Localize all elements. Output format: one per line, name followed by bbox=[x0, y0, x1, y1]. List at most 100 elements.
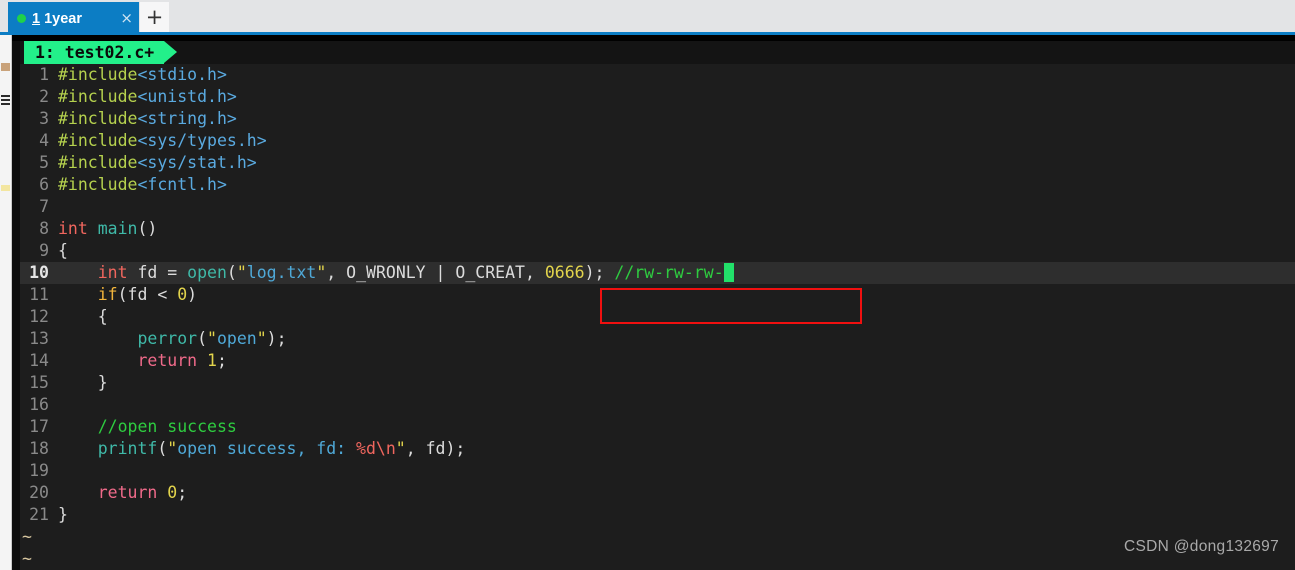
code-line[interactable]: 8 int main() bbox=[20, 218, 1295, 240]
code-line-text: printf("open success, fd: %d\n", fd); bbox=[58, 438, 1295, 460]
code-token: printf bbox=[97, 439, 158, 458]
code-token: ; bbox=[177, 483, 188, 502]
code-line-text: int main() bbox=[58, 218, 1295, 240]
code-line-text: { bbox=[58, 240, 1295, 262]
line-number: 19 bbox=[29, 461, 49, 480]
code-token: ( bbox=[226, 263, 237, 282]
code-token: int bbox=[97, 263, 128, 282]
code-line[interactable]: 18 printf("open success, fd: %d\n", fd); bbox=[20, 438, 1295, 460]
tilde-glyph: ~ bbox=[22, 527, 32, 546]
highlight-icon[interactable] bbox=[1, 185, 10, 191]
code-line-text: #include<stdio.h> bbox=[58, 64, 1295, 86]
screenshot-root: 1 1year × + 1: test02.c+ 1 #include<stdio… bbox=[0, 0, 1295, 570]
code-line-text: perror("open"); bbox=[58, 328, 1295, 350]
line-number: 12 bbox=[29, 307, 49, 326]
line-number: 7 bbox=[39, 197, 49, 216]
browser-tab-name: 1year bbox=[44, 10, 83, 27]
line-number: 1 bbox=[39, 65, 49, 84]
code-token: //rw-rw-rw- bbox=[614, 263, 724, 282]
vim-tab-label: 1: test02.c+ bbox=[35, 43, 155, 62]
green-dot-icon bbox=[17, 14, 26, 23]
code-line[interactable]: 2 #include<unistd.h> bbox=[20, 86, 1295, 108]
terminal-left-gutter bbox=[12, 41, 20, 570]
code-line[interactable]: 11 if(fd < 0) bbox=[20, 284, 1295, 306]
code-token: , O_WRONLY | O_CREAT, bbox=[326, 263, 545, 282]
code-token: ; bbox=[216, 351, 227, 370]
code-line[interactable]: 1 #include<stdio.h> bbox=[20, 64, 1295, 86]
code-line[interactable]: 5 #include<sys/stat.h> bbox=[20, 152, 1295, 174]
code-editor[interactable]: 1 #include<stdio.h> 2 #include<unistd.h> 3 #i… bbox=[20, 64, 1295, 570]
code-token: log.txt bbox=[246, 263, 317, 282]
code-token: 0 bbox=[177, 285, 188, 304]
menu-lines-icon[interactable] bbox=[1, 95, 10, 97]
code-line[interactable]: 4 #include<sys/types.h> bbox=[20, 130, 1295, 152]
vim-tabline: 1: test02.c+ bbox=[20, 41, 1295, 64]
browser-tab-title: 1 1year bbox=[32, 11, 116, 27]
code-token: ) bbox=[187, 285, 198, 304]
bookmark-icon[interactable] bbox=[1, 63, 10, 71]
vim-tab-test02[interactable]: 1: test02.c+ bbox=[24, 41, 165, 64]
code-token: } bbox=[58, 505, 68, 524]
vim-empty-line-marker: ~ bbox=[20, 548, 1295, 570]
code-line[interactable]: 14 return 1; bbox=[20, 350, 1295, 372]
code-token: fd = bbox=[127, 263, 188, 282]
code-line[interactable]: 6 #include<fcntl.h> bbox=[20, 174, 1295, 196]
code-token: 0 bbox=[167, 483, 178, 502]
browser-tab-active[interactable]: 1 1year × bbox=[8, 2, 139, 35]
code-token: ); bbox=[266, 329, 287, 348]
code-token: <sys/stat.h> bbox=[137, 153, 257, 172]
line-number: 4 bbox=[39, 131, 49, 150]
code-token: if bbox=[97, 285, 118, 304]
code-line-text: #include<fcntl.h> bbox=[58, 174, 1295, 196]
line-number: 3 bbox=[39, 109, 49, 128]
code-line[interactable]: 16 bbox=[20, 394, 1295, 416]
code-line[interactable]: 20 return 0; bbox=[20, 482, 1295, 504]
terminal-window[interactable]: 1: test02.c+ 1 #include<stdio.h> 2 #include… bbox=[12, 35, 1295, 570]
code-token: open success, fd: bbox=[177, 439, 357, 458]
code-line[interactable]: 21} bbox=[20, 504, 1295, 526]
code-token: ); bbox=[584, 263, 615, 282]
code-token: " bbox=[207, 329, 217, 348]
watermark: CSDN @dong132697 bbox=[1124, 538, 1279, 555]
vim-empty-line-marker: ~ bbox=[20, 526, 1295, 548]
close-icon[interactable]: × bbox=[120, 11, 133, 26]
code-token: #include bbox=[58, 175, 138, 194]
code-line-text: #include<sys/stat.h> bbox=[58, 152, 1295, 174]
code-token: #include bbox=[58, 109, 138, 128]
code-token: #include bbox=[58, 131, 138, 150]
line-number: 17 bbox=[29, 417, 49, 436]
code-line[interactable]: 10 int fd = open("log.txt", O_WRONLY | O… bbox=[20, 262, 1295, 284]
line-number: 10 bbox=[29, 263, 49, 282]
code-line-text: } bbox=[58, 504, 1295, 526]
code-token: <sys/types.h> bbox=[137, 131, 267, 150]
browser-tab-index: 1 bbox=[32, 10, 41, 27]
code-token: main bbox=[97, 219, 138, 238]
code-token: open bbox=[187, 263, 227, 282]
new-tab-button[interactable]: + bbox=[140, 2, 169, 32]
line-number: 13 bbox=[29, 329, 49, 348]
code-line[interactable]: 15 } bbox=[20, 372, 1295, 394]
code-token: 0666 bbox=[544, 263, 585, 282]
code-line-text: #include<unistd.h> bbox=[58, 86, 1295, 108]
code-token: () bbox=[137, 219, 158, 238]
line-number: 9 bbox=[39, 241, 49, 260]
code-token: , fd); bbox=[405, 439, 466, 458]
left-sidebar-sliver[interactable] bbox=[0, 35, 12, 570]
code-line[interactable]: 13 perror("open"); bbox=[20, 328, 1295, 350]
line-number: 16 bbox=[29, 395, 49, 414]
code-token: perror bbox=[137, 329, 198, 348]
code-line-text: } bbox=[58, 372, 1295, 394]
code-token: } bbox=[58, 373, 108, 392]
code-line[interactable]: 12 { bbox=[20, 306, 1295, 328]
code-line[interactable]: 7 bbox=[20, 196, 1295, 218]
code-line[interactable]: 19 bbox=[20, 460, 1295, 482]
code-line[interactable]: 17 //open success bbox=[20, 416, 1295, 438]
code-line-text: int fd = open("log.txt", O_WRONLY | O_CR… bbox=[58, 262, 1295, 284]
code-line[interactable]: 3 #include<string.h> bbox=[20, 108, 1295, 130]
code-token: ( bbox=[197, 329, 208, 348]
code-line[interactable]: 9{ bbox=[20, 240, 1295, 262]
